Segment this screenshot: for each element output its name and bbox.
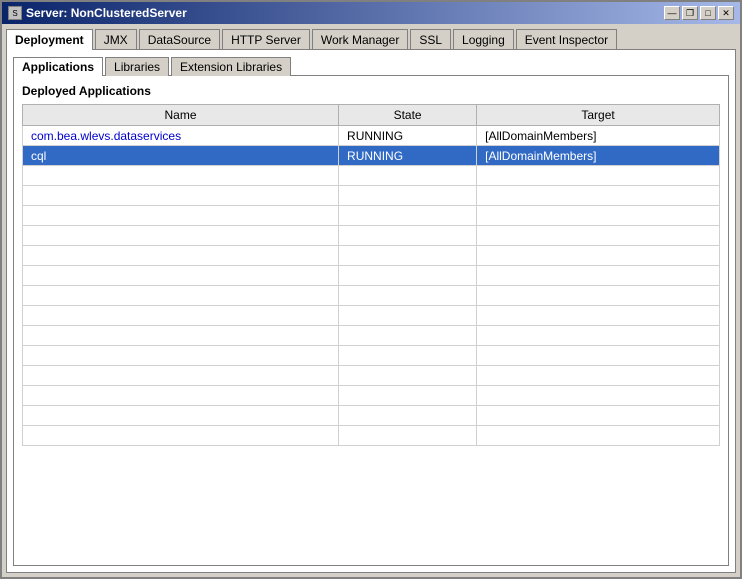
- table-row[interactable]: [23, 326, 720, 346]
- window-content: Deployment JMX DataSource HTTP Server Wo…: [2, 24, 740, 577]
- tab-logging[interactable]: Logging: [453, 29, 514, 50]
- cell-app-name: [23, 206, 339, 226]
- cell-state: [339, 426, 477, 446]
- cell-target: [477, 206, 720, 226]
- minimize-button[interactable]: —: [664, 6, 680, 20]
- tab-applications[interactable]: Applications: [13, 57, 103, 76]
- cell-app-name: [23, 346, 339, 366]
- table-row[interactable]: [23, 406, 720, 426]
- tab-event-inspector[interactable]: Event Inspector: [516, 29, 617, 50]
- tab-jmx[interactable]: JMX: [95, 29, 137, 50]
- table-row[interactable]: [23, 366, 720, 386]
- cell-target: [AllDomainMembers]: [477, 146, 720, 166]
- cell-state: [339, 206, 477, 226]
- table-row[interactable]: [23, 186, 720, 206]
- cell-target: [477, 166, 720, 186]
- deployed-apps-table: Name State Target com.bea.wlevs.dataserv…: [22, 104, 720, 446]
- tab-deployment[interactable]: Deployment: [6, 29, 93, 50]
- cell-target: [477, 266, 720, 286]
- cell-target: [AllDomainMembers]: [477, 126, 720, 146]
- cell-app-name: [23, 246, 339, 266]
- cell-target: [477, 306, 720, 326]
- table-row[interactable]: com.bea.wlevs.dataservices RUNNING[AllDom…: [23, 126, 720, 146]
- table-row[interactable]: [23, 266, 720, 286]
- cell-app-name: [23, 166, 339, 186]
- cell-target: [477, 406, 720, 426]
- cell-target: [477, 246, 720, 266]
- cell-state: [339, 246, 477, 266]
- section-title: Deployed Applications: [22, 84, 720, 98]
- tab-work-manager[interactable]: Work Manager: [312, 29, 408, 50]
- cell-state: RUNNING: [339, 146, 477, 166]
- cell-state: [339, 366, 477, 386]
- cell-target: [477, 186, 720, 206]
- table-row[interactable]: cql RUNNING[AllDomainMembers]: [23, 146, 720, 166]
- cell-state: [339, 266, 477, 286]
- cell-app-name: [23, 266, 339, 286]
- cell-app-name: [23, 286, 339, 306]
- cell-target: [477, 426, 720, 446]
- table-row[interactable]: [23, 246, 720, 266]
- cell-app-name: [23, 226, 339, 246]
- maximize-button[interactable]: □: [700, 6, 716, 20]
- window-icon: S: [8, 6, 22, 20]
- cell-state: [339, 226, 477, 246]
- table-row[interactable]: [23, 426, 720, 446]
- cell-state: [339, 326, 477, 346]
- applications-panel: Deployed Applications Name State Target …: [13, 75, 729, 566]
- cell-target: [477, 226, 720, 246]
- outer-tab-bar: Deployment JMX DataSource HTTP Server Wo…: [6, 28, 736, 49]
- cell-target: [477, 346, 720, 366]
- col-header-state: State: [339, 105, 477, 126]
- title-bar-buttons: — ❐ □ ✕: [664, 6, 734, 20]
- cell-app-name: [23, 406, 339, 426]
- tab-ssl[interactable]: SSL: [410, 29, 451, 50]
- table-row[interactable]: [23, 206, 720, 226]
- table-row[interactable]: [23, 386, 720, 406]
- title-bar-left: S Server: NonClusteredServer: [8, 6, 187, 20]
- title-bar: S Server: NonClusteredServer — ❐ □ ✕: [2, 2, 740, 24]
- cell-app-name: [23, 426, 339, 446]
- tab-libraries[interactable]: Libraries: [105, 57, 169, 76]
- cell-state: [339, 186, 477, 206]
- app-name-link[interactable]: com.bea.wlevs.dataservices: [31, 129, 181, 143]
- tab-http-server[interactable]: HTTP Server: [222, 29, 310, 50]
- cell-state: RUNNING: [339, 126, 477, 146]
- table-row[interactable]: [23, 226, 720, 246]
- main-window: S Server: NonClusteredServer — ❐ □ ✕ Dep…: [0, 0, 742, 579]
- cell-target: [477, 326, 720, 346]
- cell-state: [339, 286, 477, 306]
- inner-tab-bar: Applications Libraries Extension Librari…: [13, 56, 729, 75]
- window-title: Server: NonClusteredServer: [26, 6, 187, 20]
- restore-button[interactable]: ❐: [682, 6, 698, 20]
- close-button[interactable]: ✕: [718, 6, 734, 20]
- table-row[interactable]: [23, 346, 720, 366]
- cell-state: [339, 386, 477, 406]
- col-header-name: Name: [23, 105, 339, 126]
- app-name-link[interactable]: cql: [31, 149, 46, 163]
- cell-app-name: [23, 186, 339, 206]
- cell-state: [339, 166, 477, 186]
- cell-target: [477, 366, 720, 386]
- cell-state: [339, 346, 477, 366]
- cell-app-name: [23, 386, 339, 406]
- cell-app-name[interactable]: com.bea.wlevs.dataservices: [23, 126, 339, 146]
- cell-app-name[interactable]: cql: [23, 146, 339, 166]
- table-row[interactable]: [23, 306, 720, 326]
- cell-app-name: [23, 366, 339, 386]
- tab-datasource[interactable]: DataSource: [139, 29, 220, 50]
- cell-state: [339, 406, 477, 426]
- cell-state: [339, 306, 477, 326]
- cell-app-name: [23, 326, 339, 346]
- cell-target: [477, 386, 720, 406]
- cell-app-name: [23, 306, 339, 326]
- col-header-target: Target: [477, 105, 720, 126]
- table-row[interactable]: [23, 166, 720, 186]
- tab-extension-libraries[interactable]: Extension Libraries: [171, 57, 291, 76]
- table-row[interactable]: [23, 286, 720, 306]
- deployment-panel: Applications Libraries Extension Librari…: [6, 49, 736, 573]
- cell-target: [477, 286, 720, 306]
